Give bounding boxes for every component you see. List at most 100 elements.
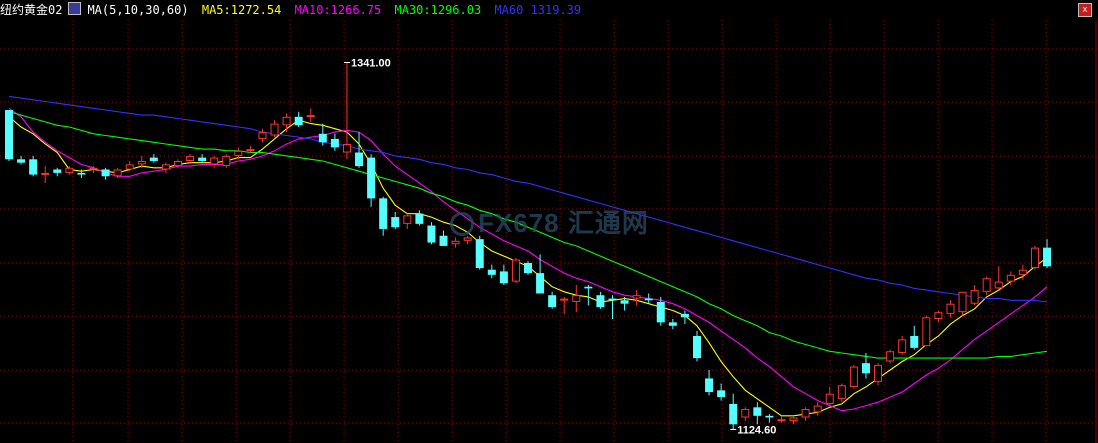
candle-body: [910, 335, 919, 348]
candle-body: [692, 335, 701, 359]
candle-body: [1018, 269, 1027, 275]
candle-body: [596, 295, 605, 308]
candle-body: [886, 351, 895, 362]
candle-body: [837, 385, 846, 399]
candle-body: [391, 217, 400, 228]
candle: [367, 154, 376, 207]
candle-body: [729, 403, 738, 425]
candle-body: [198, 157, 207, 161]
candle-body: [234, 150, 243, 156]
candle-body: [849, 366, 858, 387]
candle-body: [439, 235, 448, 246]
candle-body: [306, 115, 315, 118]
candle: [753, 402, 762, 425]
candle-body: [258, 132, 267, 139]
candle: [330, 133, 339, 151]
ma10-value: MA10:1266.75: [294, 3, 382, 17]
candle-body: [753, 407, 762, 416]
candle: [65, 166, 74, 175]
candle: [596, 291, 605, 309]
candle: [475, 235, 484, 270]
candle: [813, 402, 822, 416]
candle: [1043, 239, 1052, 269]
candle: [910, 325, 919, 350]
candle-body: [41, 172, 50, 175]
candle-body: [861, 363, 870, 374]
candle-body: [632, 295, 641, 299]
candle: [886, 349, 895, 364]
candle: [692, 330, 701, 362]
candle: [403, 213, 412, 229]
min-price-label: 1124.60: [737, 424, 776, 436]
candle: [849, 364, 858, 389]
candle-body: [17, 159, 26, 163]
candle-body: [608, 298, 617, 301]
candle-body: [789, 417, 798, 421]
candle-body: [668, 322, 677, 326]
candle-body: [415, 213, 424, 224]
candle: [439, 230, 448, 246]
candle: [222, 154, 231, 168]
candle: [282, 113, 291, 133]
candle-body: [186, 155, 195, 161]
candle-body: [282, 116, 291, 126]
candle: [608, 295, 617, 319]
candle-body: [874, 364, 883, 382]
candle-body: [765, 415, 774, 418]
candle-body: [1006, 274, 1015, 282]
candle: [294, 111, 303, 128]
candle: [729, 393, 738, 430]
ma-icon[interactable]: [68, 2, 82, 15]
watermark-logo-icon: [450, 212, 474, 236]
candle-body: [270, 123, 279, 136]
candle-body: [487, 269, 496, 275]
candle-body: [680, 313, 689, 318]
candle: [379, 196, 388, 236]
candle-body: [161, 164, 170, 170]
candle: [29, 155, 38, 177]
candle-body: [330, 138, 339, 148]
candle: [511, 257, 520, 284]
candle-body: [970, 290, 979, 304]
candle: [765, 414, 774, 423]
candle-body: [342, 144, 351, 153]
candle: [994, 266, 1003, 291]
candle-body: [101, 169, 110, 177]
candle: [668, 318, 677, 330]
candle-body: [717, 390, 726, 398]
candle: [161, 162, 170, 173]
candle-body: [994, 281, 1003, 289]
instrument-name: 纽约黄金02: [0, 3, 63, 17]
candle: [53, 167, 62, 177]
candle-body: [741, 409, 750, 418]
candle-body: [511, 259, 520, 282]
candle-body: [934, 312, 943, 319]
ma30-value: MA30:1296.03: [394, 3, 482, 17]
close-icon[interactable]: x: [1078, 3, 1092, 17]
candle-body: [113, 169, 122, 177]
moving-average-lines: [8, 95, 1048, 417]
candle: [270, 120, 279, 138]
chart-header: 纽约黄金02 MA(5,10,30,60) MA5:1272.54 MA10:12…: [0, 0, 1098, 20]
candle: [922, 315, 931, 347]
candle: [149, 154, 158, 163]
candle: [427, 222, 436, 245]
candle-body: [355, 152, 364, 167]
candle-body: [499, 271, 508, 284]
candle-body: [1030, 247, 1039, 269]
candle-body: [922, 317, 931, 347]
candle: [101, 167, 110, 180]
candle: [717, 383, 726, 401]
candle-body: [656, 302, 665, 323]
candles: [5, 62, 1052, 430]
indicator-name: MA(5,10,30,60): [87, 3, 189, 17]
candle: [391, 211, 400, 229]
candle: [741, 407, 750, 421]
candle: [210, 155, 219, 168]
candle-body: [946, 303, 955, 314]
candle: [705, 369, 714, 396]
candle-body: [475, 239, 484, 269]
candle: [342, 62, 351, 160]
candle-body: [524, 262, 533, 274]
candle: [572, 285, 581, 313]
